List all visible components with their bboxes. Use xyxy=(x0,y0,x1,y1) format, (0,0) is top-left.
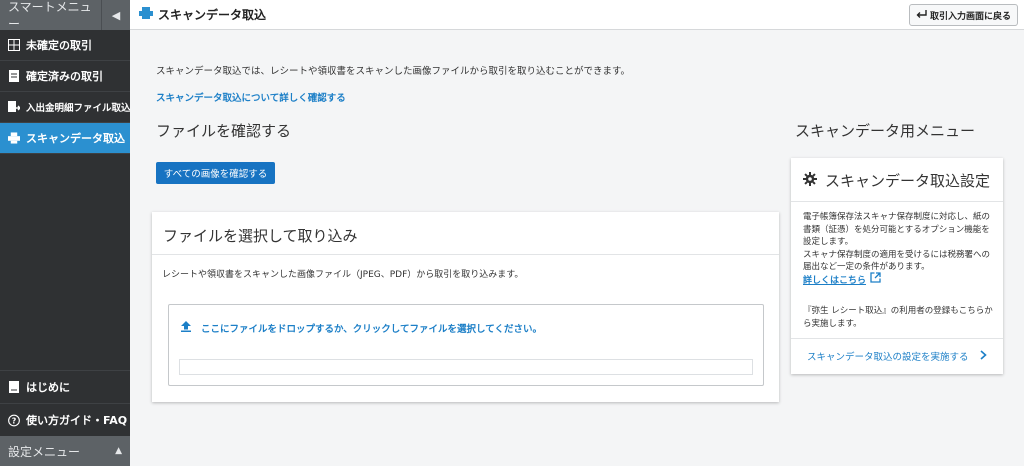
upload-icon xyxy=(181,321,191,335)
scan-settings-title: スキャンデータ取込設定 xyxy=(825,172,991,190)
intro-details-link[interactable]: スキャンデータ取込について詳しく確認する xyxy=(156,90,346,104)
details-link-label: 詳しくはこちら xyxy=(803,275,867,286)
page-title: スキャンデータ取込 xyxy=(139,6,266,23)
document-icon xyxy=(8,70,20,82)
sidebar-header: スマートメニュー ◀ xyxy=(0,0,130,31)
divider xyxy=(791,201,1003,202)
sidebar-item-file-import[interactable]: 入出金明細ファイル取込 xyxy=(0,92,131,123)
scan-settings-description: 電子帳簿保存法スキャナ保存制度に対応し、紙の書類（証憑）を処分可能とするオプショ… xyxy=(803,211,995,274)
svg-text:?: ? xyxy=(12,416,17,425)
help-circle-icon: ? xyxy=(8,414,20,426)
book-icon xyxy=(8,381,20,393)
scan-settings-card: スキャンデータ取込設定 電子帳簿保存法スキャナ保存制度に対応し、紙の書類（証憑）… xyxy=(791,158,1003,374)
upload-progress-bar xyxy=(179,359,753,375)
grid-icon xyxy=(8,39,20,51)
configure-scan-settings-label: スキャンデータ取込の設定を実施する xyxy=(807,352,969,363)
sidebar-item-label: スキャンデータ取込 xyxy=(26,132,125,145)
intro-text: スキャンデータ取込では、レシートや領収書をスキャンした画像ファイルから取引を取り… xyxy=(156,66,631,77)
sidebar-bottom: はじめに ? 使い方ガイド・FAQ 設定メニュー ▲ xyxy=(0,370,130,466)
upload-card: ファイルを選択して取り込み レシートや領収書をスキャンした画像ファイル（JPEG… xyxy=(152,212,779,402)
chevron-left-icon[interactable]: ◀ xyxy=(100,0,130,30)
sidebar-header-label: スマートメニュー xyxy=(8,0,92,31)
return-arrow-icon xyxy=(916,9,927,21)
scan-settings-description-line: 電子帳簿保存法スキャナ保存制度に対応し、紙の書類（証憑）を処分可能とするオプショ… xyxy=(803,212,991,247)
sidebar-item-label: はじめに xyxy=(26,381,70,394)
external-link-icon xyxy=(870,272,881,286)
receipt-user-note: 『弥生 レシート取込』の利用者の登録もこちらから実施します。 xyxy=(803,306,993,329)
dropzone-prompt[interactable]: ここにファイルをドロップするか、クリックしてファイルを選択してください。 xyxy=(181,321,542,335)
page-title-text: スキャンデータ取込 xyxy=(158,8,267,22)
sidebar-item-unconfirmed[interactable]: 未確定の取引 xyxy=(0,30,130,61)
chevron-right-icon xyxy=(980,349,987,363)
scan-menu-title: スキャンデータ用メニュー xyxy=(795,122,976,140)
file-import-icon xyxy=(8,101,20,113)
scan-settings-header: スキャンデータ取込設定 xyxy=(803,170,990,191)
chevron-up-icon: ▲ xyxy=(115,446,122,456)
sidebar-item-confirmed[interactable]: 確定済みの取引 xyxy=(0,61,130,92)
details-link[interactable]: 詳しくはこちら xyxy=(803,272,881,286)
sidebar-item-scan-import[interactable]: スキャンデータ取込 xyxy=(0,123,130,154)
section-title: ファイルを確認する xyxy=(156,122,292,140)
sidebar-item-getting-started[interactable]: はじめに xyxy=(0,370,130,403)
sidebar-item-guide-faq[interactable]: ? 使い方ガイド・FAQ xyxy=(0,403,130,436)
gear-icon xyxy=(803,171,817,190)
top-bar: スキャンデータ取込 取引入力画面に戻る xyxy=(130,0,1024,30)
upload-card-title: ファイルを選択して取り込み xyxy=(163,227,358,245)
file-dropzone[interactable]: ここにファイルをドロップするか、クリックしてファイルを選択してください。 xyxy=(168,304,764,386)
settings-menu-label: 設定メニュー xyxy=(8,444,81,459)
sidebar-item-label: 使い方ガイド・FAQ xyxy=(26,414,128,427)
sidebar-item-label: 確定済みの取引 xyxy=(26,70,103,83)
scanner-icon xyxy=(8,132,20,144)
main-content: スキャンデータ取込では、レシートや領収書をスキャンした画像ファイルから取引を取り… xyxy=(130,31,1024,466)
upload-card-description: レシートや領収書をスキャンした画像ファイル（JPEG、PDF）から取引を取り込み… xyxy=(162,270,524,280)
dropzone-text: ここにファイルをドロップするか、クリックしてファイルを選択してください。 xyxy=(201,324,542,335)
sidebar: スマートメニュー ◀ 未確定の取引 確定済みの取引 入出金明細ファイル取込 スキ… xyxy=(0,0,131,466)
back-to-entry-button[interactable]: 取引入力画面に戻る xyxy=(908,4,1018,26)
sidebar-item-label: 入出金明細ファイル取込 xyxy=(26,103,131,114)
configure-scan-settings-link[interactable]: スキャンデータ取込の設定を実施する xyxy=(807,349,987,363)
divider xyxy=(791,338,1003,339)
settings-menu-toggle[interactable]: 設定メニュー ▲ xyxy=(0,436,130,466)
sidebar-item-label: 未確定の取引 xyxy=(26,39,92,52)
divider xyxy=(152,254,779,255)
scanner-icon xyxy=(139,7,153,22)
back-button-label: 取引入力画面に戻る xyxy=(929,11,1011,22)
confirm-all-images-button[interactable]: すべての画像を確認する xyxy=(156,162,275,184)
scan-settings-description-line: スキャナ保存制度の適用を受けるには税務署への届出など一定の条件があります。 xyxy=(803,249,991,273)
